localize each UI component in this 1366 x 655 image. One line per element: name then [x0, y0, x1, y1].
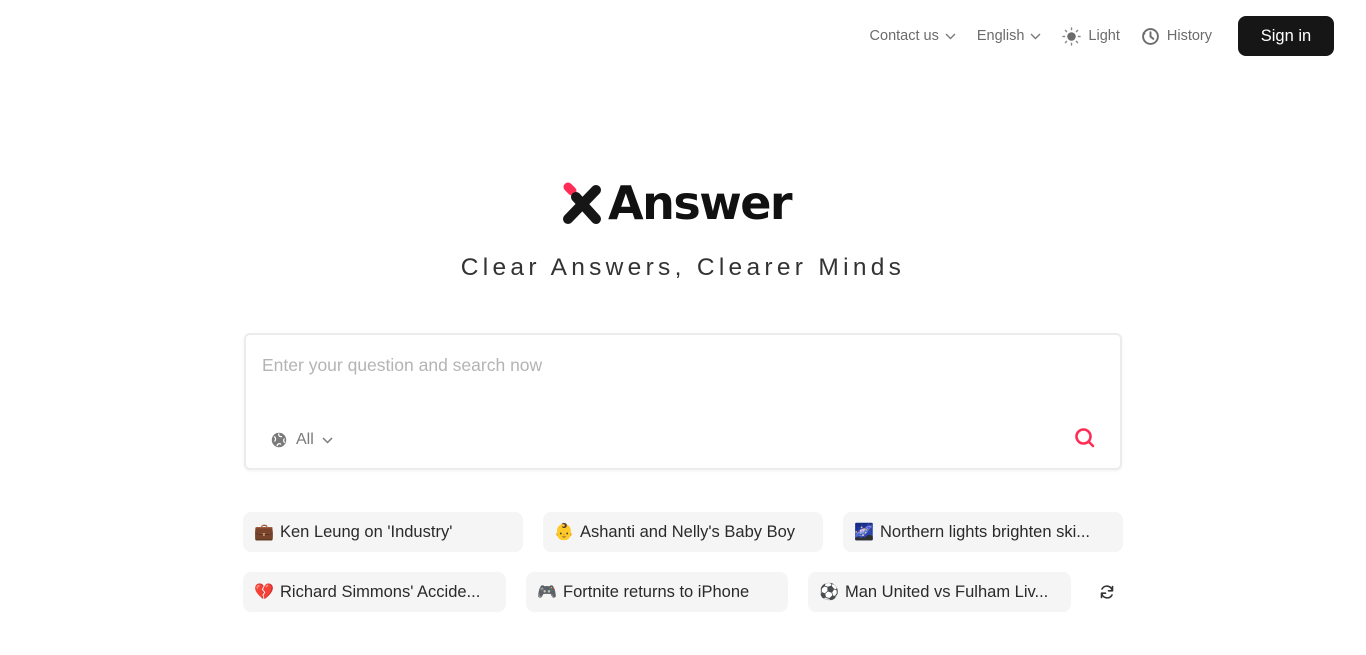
suggestion-chip[interactable]: 💔 Richard Simmons' Accide... — [243, 572, 506, 612]
search-scope-label: All — [296, 431, 314, 448]
brand-name: Answer — [608, 176, 793, 230]
suggestion-label: Fortnite returns to iPhone — [563, 582, 750, 601]
night-sky-icon: 🌌 — [854, 524, 874, 541]
tagline: Clear Answers, Clearer Minds — [460, 254, 906, 281]
suggestion-label: Richard Simmons' Accide... — [280, 582, 481, 601]
suggestion-chip[interactable]: ⚽ Man United vs Fulham Liv... — [808, 572, 1071, 612]
broken-heart-icon: 💔 — [254, 584, 274, 601]
suggestion-label: Ken Leung on 'Industry' — [280, 522, 453, 541]
sign-in-button[interactable]: Sign in — [1238, 16, 1334, 56]
briefcase-icon: 💼 — [254, 524, 274, 541]
contact-us-label: Contact us — [869, 28, 939, 44]
baby-icon: 👶 — [554, 524, 574, 541]
history-clock-icon — [1141, 27, 1160, 46]
globe-icon — [271, 432, 287, 448]
contact-us-dropdown[interactable]: Contact us — [870, 28, 956, 44]
soccer-ball-icon: ⚽ — [819, 584, 839, 601]
brand-logo: Answer — [562, 176, 793, 230]
search-box: All — [244, 333, 1122, 470]
language-dropdown[interactable]: English — [977, 28, 1042, 44]
refresh-suggestions-button[interactable] — [1097, 582, 1117, 602]
search-input[interactable] — [262, 351, 1062, 379]
game-controller-icon: 🎮 — [537, 584, 557, 601]
logo-mark-icon — [563, 182, 601, 224]
suggestion-chip[interactable]: 🎮 Fortnite returns to iPhone — [526, 572, 788, 612]
suggestion-label: Northern lights brighten ski... — [880, 522, 1091, 541]
language-label: English — [976, 28, 1025, 44]
chevron-down-icon — [945, 33, 956, 40]
search-submit-button[interactable] — [1072, 425, 1098, 451]
theme-toggle[interactable]: Light — [1062, 26, 1120, 46]
suggestion-label: Man United vs Fulham Liv... — [845, 582, 1049, 601]
history-label: History — [1166, 28, 1212, 44]
search-icon — [1075, 428, 1095, 448]
chevron-down-icon — [1030, 33, 1041, 40]
refresh-icon — [1100, 585, 1114, 599]
sun-icon — [1062, 26, 1082, 46]
suggestion-chip[interactable]: 👶 Ashanti and Nelly's Baby Boy — [543, 512, 823, 552]
chevron-down-icon — [322, 436, 333, 444]
suggestion-chip[interactable]: 💼 Ken Leung on 'Industry' — [243, 512, 523, 552]
top-nav: Contact us English Light History Sign in — [870, 16, 1334, 56]
theme-label: Light — [1088, 28, 1120, 44]
suggestion-chip[interactable]: 🌌 Northern lights brighten ski... — [843, 512, 1123, 552]
history-button[interactable]: History — [1141, 27, 1212, 46]
search-scope-dropdown[interactable]: All — [271, 431, 333, 449]
suggestion-label: Ashanti and Nelly's Baby Boy — [580, 522, 796, 541]
